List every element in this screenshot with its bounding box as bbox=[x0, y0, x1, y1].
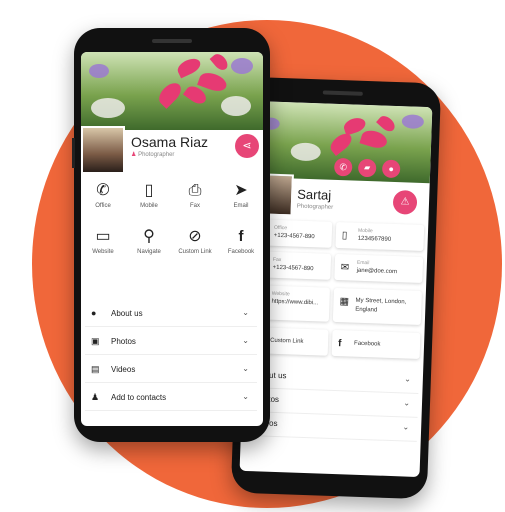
person-icon: ● bbox=[388, 163, 395, 174]
volume-key bbox=[72, 138, 75, 168]
accordion-videos[interactable]: Videos ⌄ bbox=[244, 410, 418, 442]
chevron-down-icon: ⌄ bbox=[242, 364, 249, 373]
grid-navigate[interactable]: ⚲ Navigate bbox=[127, 228, 171, 255]
chevron-down-icon: ⌄ bbox=[404, 374, 412, 384]
front-phone: Osama Riaz ♟ Photographer ⋖ ✆ Office ▯ M… bbox=[72, 28, 270, 442]
share-button[interactable]: ⚠ bbox=[392, 189, 418, 215]
add-person-icon: ♟ bbox=[91, 392, 100, 402]
card-value: Custom Link bbox=[270, 337, 304, 345]
compass-icon: ⊘ bbox=[188, 228, 202, 245]
send-icon: ➤ bbox=[234, 182, 248, 199]
info-icon: ● bbox=[91, 308, 97, 318]
card-value: https://www.dibi... bbox=[271, 298, 319, 307]
card-email[interactable]: ✉ Email jane@doe.com bbox=[334, 253, 424, 284]
whatsapp-icon: ✆ bbox=[339, 162, 348, 173]
accordion-add-to-contacts[interactable]: ♟ Add to contacts ⌄ bbox=[85, 386, 257, 411]
image-icon: ▣ bbox=[91, 336, 100, 346]
grid-label: Email bbox=[233, 203, 249, 209]
chat-icon: ▰ bbox=[363, 162, 371, 173]
map-person-icon: ⚲ bbox=[143, 228, 155, 245]
grid-label: Fax bbox=[189, 203, 200, 209]
grid-label: Office bbox=[95, 203, 111, 209]
grid-facebook[interactable]: f Facebook bbox=[219, 228, 263, 255]
profile-title: Photographer bbox=[138, 152, 175, 158]
grid-label: Website bbox=[92, 249, 114, 255]
grid-label: Facebook bbox=[227, 249, 255, 255]
card-label: Office bbox=[273, 224, 288, 232]
phone-speaker bbox=[322, 90, 363, 96]
cover-photo bbox=[81, 52, 263, 130]
card-label: Fax bbox=[272, 256, 282, 264]
accordion-about-us[interactable]: ● About us ⌄ bbox=[85, 302, 257, 327]
profile-title: Photographer bbox=[296, 203, 334, 211]
accordion-label: Add to contacts bbox=[111, 393, 167, 402]
mobile-icon: ▯ bbox=[341, 230, 348, 242]
card-value: +123-4567-890 bbox=[273, 232, 315, 241]
card-value: jane@doe.com bbox=[356, 267, 398, 276]
card-value: My Street, London, England bbox=[355, 297, 407, 314]
avatar bbox=[81, 126, 125, 174]
profile-name: Osama Riaz bbox=[131, 134, 209, 150]
facebook-icon: f bbox=[337, 338, 342, 350]
accordion-label: About us bbox=[111, 309, 143, 318]
laptop-icon: ▭ bbox=[95, 228, 111, 245]
mobile-icon: ▯ bbox=[144, 182, 154, 199]
accordion-label: Photos bbox=[111, 337, 136, 346]
share-icon: ⋖ bbox=[242, 140, 252, 152]
accordion-videos[interactable]: ▤ Videos ⌄ bbox=[85, 358, 257, 383]
grid-website[interactable]: ▭ Website bbox=[81, 228, 125, 255]
front-phone-screen: Osama Riaz ♟ Photographer ⋖ ✆ Office ▯ M… bbox=[81, 52, 263, 426]
card-address[interactable]: ▦ My Street, London, England bbox=[332, 287, 422, 325]
card-facebook[interactable]: f Facebook bbox=[331, 329, 421, 359]
card-label: Mobile bbox=[357, 227, 373, 235]
profile-name: Sartaj bbox=[296, 186, 332, 203]
grid-custom-link[interactable]: ⊘ Custom Link bbox=[173, 228, 217, 255]
share-button[interactable]: ⋖ bbox=[235, 134, 259, 158]
grid-office[interactable]: ✆ Office bbox=[81, 182, 125, 209]
facebook-icon: f bbox=[238, 228, 244, 245]
chevron-down-icon: ⌄ bbox=[402, 422, 410, 432]
grid-label: Mobile bbox=[140, 203, 158, 209]
fax-icon: ⎙ bbox=[188, 182, 202, 199]
video-icon: ▤ bbox=[91, 364, 100, 374]
grid-label: Custom Link bbox=[178, 249, 212, 255]
accordion-label: Videos bbox=[111, 365, 136, 374]
card-label: Email bbox=[356, 259, 370, 267]
grid-email[interactable]: ➤ Email bbox=[219, 182, 263, 209]
card-mobile[interactable]: ▯ Mobile 1234567890 bbox=[335, 221, 425, 252]
chevron-down-icon: ⌄ bbox=[242, 308, 249, 317]
card-value: 1234567890 bbox=[357, 235, 392, 243]
card-label: Website bbox=[271, 290, 290, 298]
accordion-photos[interactable]: ▣ Photos ⌄ bbox=[85, 330, 257, 355]
chevron-down-icon: ⌄ bbox=[403, 398, 411, 408]
phone-icon: ✆ bbox=[96, 182, 110, 199]
chevron-down-icon: ⌄ bbox=[242, 336, 249, 345]
chevron-down-icon: ⌄ bbox=[242, 392, 249, 401]
phone-speaker bbox=[152, 39, 192, 43]
grid-fax[interactable]: ⎙ Fax bbox=[173, 182, 217, 209]
profile-title-row: ♟ Photographer bbox=[131, 151, 174, 158]
card-value: Facebook bbox=[353, 340, 381, 348]
card-value: +123-4567-890 bbox=[272, 264, 314, 273]
person-icon: ♟ bbox=[131, 152, 137, 158]
map-icon: ▦ bbox=[339, 296, 350, 308]
mail-icon: ✉ bbox=[340, 262, 350, 274]
grid-label: Navigate bbox=[137, 249, 161, 255]
grid-mobile[interactable]: ▯ Mobile bbox=[127, 182, 171, 209]
share-icon: ⚠ bbox=[400, 196, 410, 208]
